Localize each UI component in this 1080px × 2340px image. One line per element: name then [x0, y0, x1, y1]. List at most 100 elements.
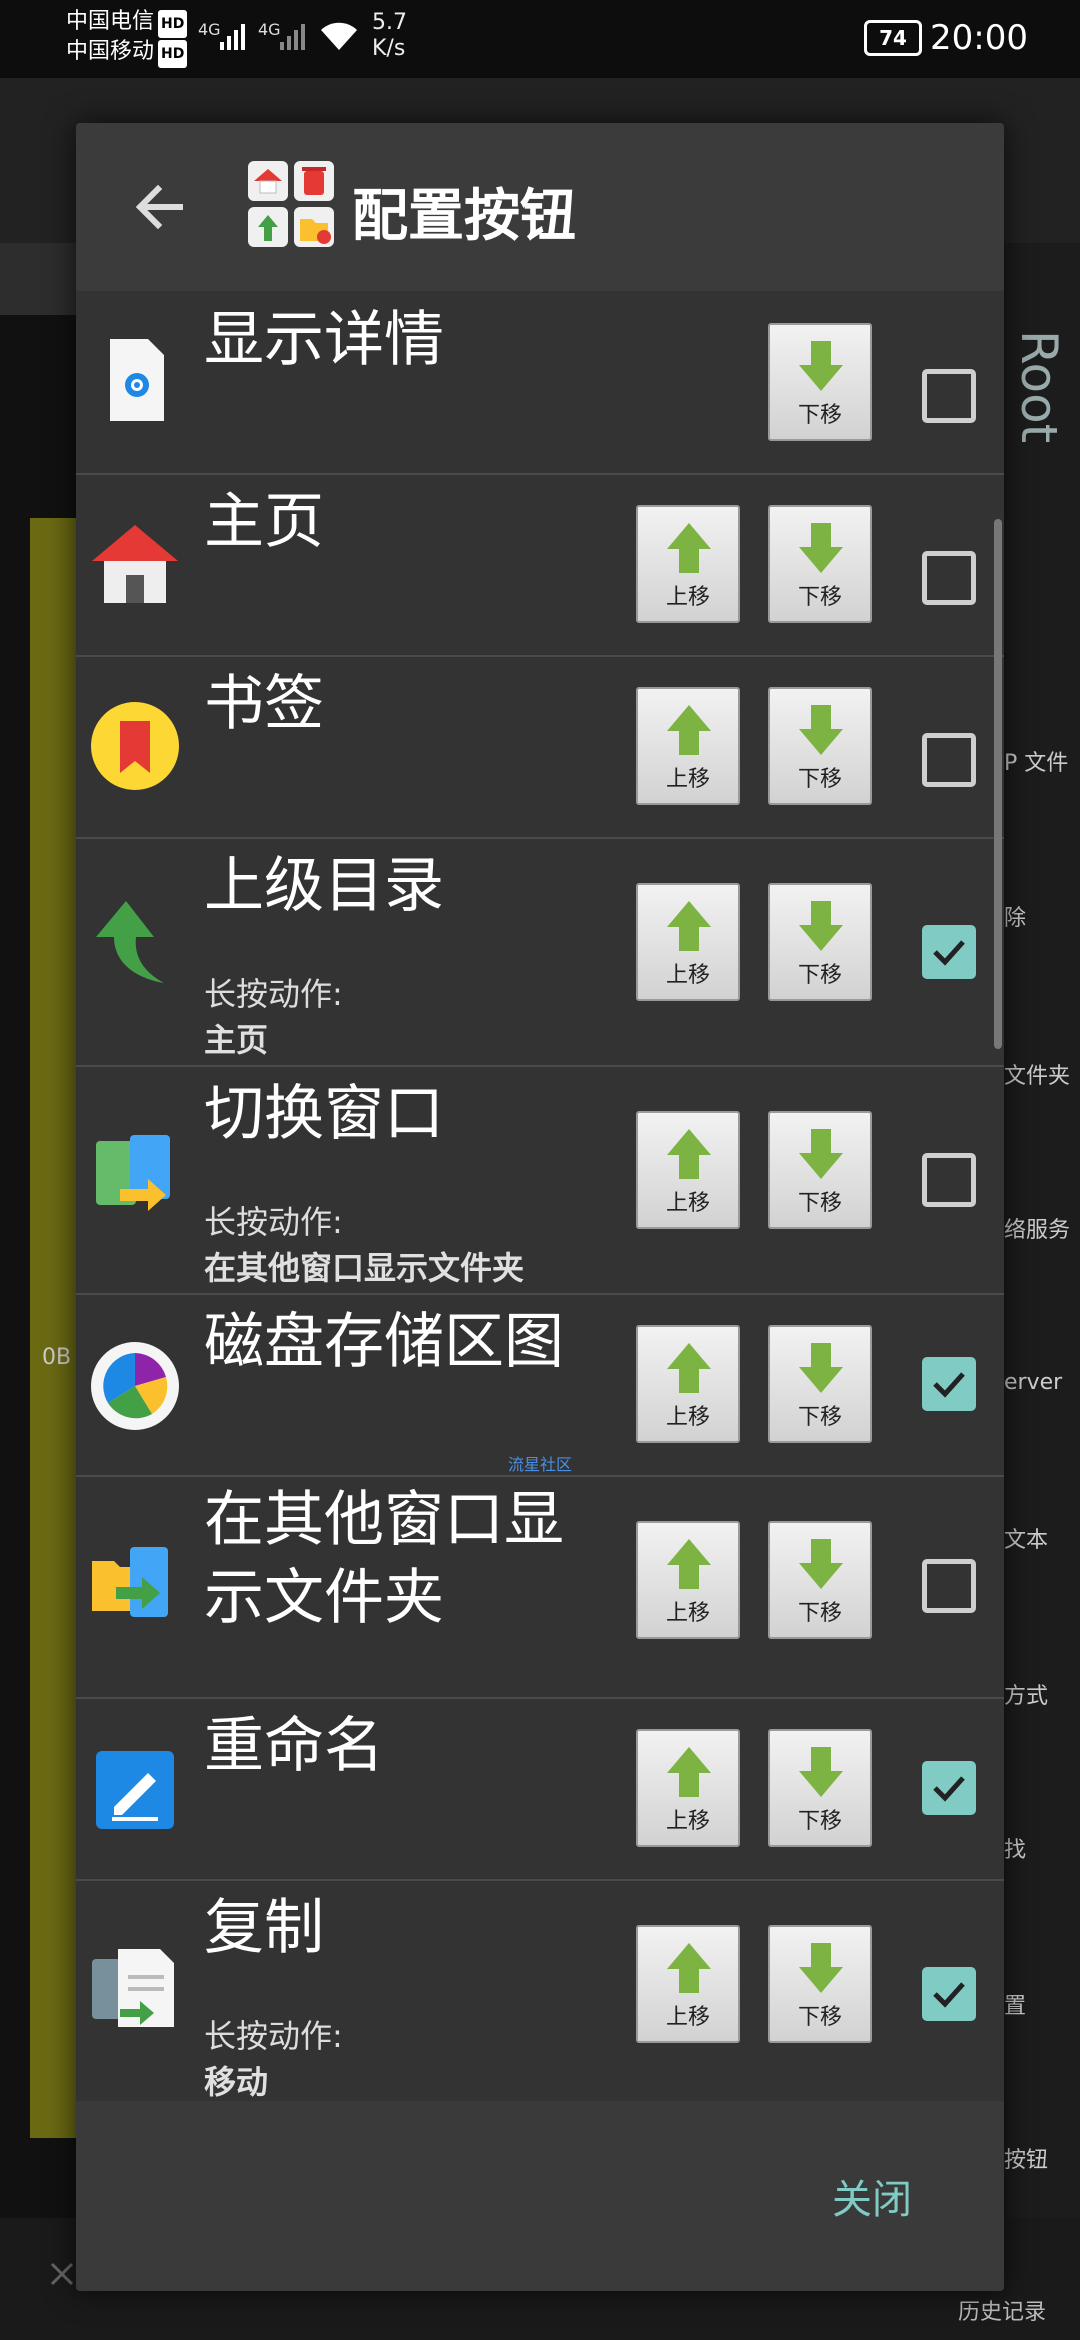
- close-icon: [50, 2262, 74, 2286]
- item-label: 显示详情: [204, 305, 444, 375]
- move-up-button[interactable]: 上移: [636, 687, 740, 805]
- carrier-1: 中国电信: [66, 9, 155, 34]
- clock: 20:00: [930, 18, 1028, 58]
- copy-icon: [92, 1949, 174, 2027]
- configure-buttons-icon: [248, 161, 334, 247]
- bookmark-icon: [91, 702, 179, 790]
- bg-side-label: erver: [1004, 1370, 1063, 1395]
- up-arrow-icon: [667, 1129, 711, 1179]
- move-up-button[interactable]: 上移: [636, 1925, 740, 2043]
- enable-checkbox[interactable]: [922, 1967, 976, 2021]
- wifi-icon: [321, 22, 357, 50]
- move-down-button[interactable]: 下移: [768, 687, 872, 805]
- file-info-icon: [110, 339, 164, 421]
- list-item: 复制 长按动作: 移动 上移 下移: [76, 1879, 1004, 2101]
- move-down-button[interactable]: 下移: [768, 1111, 872, 1229]
- enable-checkbox[interactable]: [922, 733, 976, 787]
- rename-icon: [96, 1751, 174, 1829]
- button-config-list[interactable]: 显示详情 下移 主页 上移 下移 书签 上移 下移 上级目录 长按动作: 主页 上…: [76, 291, 1004, 2101]
- item-label: 主页: [204, 487, 324, 557]
- enable-checkbox[interactable]: [922, 925, 976, 979]
- checkmark-icon: [933, 1372, 965, 1398]
- carrier-info: 中国电信 HD 中国移动 HD: [66, 8, 188, 68]
- down-arrow-icon: [799, 341, 843, 391]
- enable-checkbox[interactable]: [922, 1761, 976, 1815]
- disk-chart-icon: [91, 1342, 179, 1430]
- down-arrow-icon: [799, 1943, 843, 1993]
- item-label: 上级目录: [204, 851, 444, 921]
- hd-badge: HD: [158, 40, 188, 68]
- down-arrow-icon: [799, 523, 843, 573]
- carrier-2: 中国移动: [66, 39, 155, 64]
- hd-badge: HD: [158, 10, 188, 38]
- up-arrow-icon: [667, 901, 711, 951]
- down-arrow-icon: [799, 705, 843, 755]
- checkmark-icon: [933, 940, 965, 966]
- up-arrow-icon: [667, 1747, 711, 1797]
- list-item: 主页 上移 下移: [76, 473, 1004, 657]
- move-down-button[interactable]: 下移: [768, 1729, 872, 1847]
- down-arrow-icon: [799, 901, 843, 951]
- switch-window-icon: [96, 1135, 170, 1211]
- up-arrow-icon: [667, 1943, 711, 1993]
- down-arrow-icon: [799, 1129, 843, 1179]
- long-press-action: 长按动作: 移动: [204, 2017, 343, 2101]
- up-arrow-icon: [96, 901, 164, 983]
- enable-checkbox[interactable]: [922, 369, 976, 423]
- up-arrow-icon: [667, 1343, 711, 1393]
- up-arrow-icon: [667, 523, 711, 573]
- move-up-button[interactable]: 上移: [636, 1521, 740, 1639]
- move-up-button[interactable]: 上移: [636, 1325, 740, 1443]
- list-scrollbar[interactable]: [994, 519, 1002, 1049]
- close-button[interactable]: 关闭: [832, 2167, 912, 2225]
- dialog-footer: 关闭: [76, 2101, 1004, 2291]
- move-down-button[interactable]: 下移: [768, 505, 872, 623]
- down-arrow-icon: [799, 1539, 843, 1589]
- enable-checkbox[interactable]: [922, 1153, 976, 1207]
- item-label: 复制: [204, 1893, 324, 1963]
- bg-side-label: P 文件: [1004, 751, 1069, 776]
- down-arrow-icon: [799, 1343, 843, 1393]
- list-item: 上级目录 长按动作: 主页 上移 下移: [76, 837, 1004, 1067]
- checkmark-icon: [933, 1982, 965, 2008]
- item-label: 在其他窗口显 示文件夹: [204, 1485, 564, 1633]
- up-arrow-icon: [667, 705, 711, 755]
- enable-checkbox[interactable]: [922, 1559, 976, 1613]
- checkmark-icon: [933, 1776, 965, 1802]
- move-up-button[interactable]: 上移: [636, 505, 740, 623]
- signal-icon-2: [280, 24, 305, 50]
- long-press-action: 长按动作: 主页: [204, 975, 343, 1059]
- dialog-header: 配置按钮: [76, 123, 1004, 291]
- home-icon: [92, 525, 178, 603]
- move-up-button[interactable]: 上移: [636, 1729, 740, 1847]
- configure-buttons-dialog: 配置按钮 显示详情 下移 主页 上移 下移 书签 上移 下移 上级目录 长按动作…: [76, 123, 1004, 2291]
- item-label: 书签: [204, 669, 324, 739]
- move-down-button[interactable]: 下移: [768, 1325, 872, 1443]
- bg-side-label: 除: [1004, 906, 1027, 931]
- item-label: 磁盘存储区图: [204, 1307, 564, 1377]
- list-item: 书签 上移 下移: [76, 655, 1004, 839]
- move-down-button[interactable]: 下移: [768, 883, 872, 1001]
- up-arrow-icon: [667, 1539, 711, 1589]
- down-arrow-icon: [799, 1747, 843, 1797]
- move-up-button[interactable]: 上移: [636, 1111, 740, 1229]
- list-item: 在其他窗口显 示文件夹 上移 下移: [76, 1475, 1004, 1699]
- background-size-text: 0B: [42, 1345, 72, 1370]
- item-label: 重命名: [204, 1711, 384, 1781]
- dialog-title: 配置按钮: [352, 184, 576, 249]
- enable-checkbox[interactable]: [922, 551, 976, 605]
- enable-checkbox[interactable]: [922, 1357, 976, 1411]
- bg-side-label: 按钮: [1004, 2148, 1049, 2173]
- list-item: 重命名 上移 下移: [76, 1697, 1004, 1881]
- watermark-text: 流星社区: [508, 1455, 573, 1474]
- move-down-button[interactable]: 下移: [768, 1925, 872, 2043]
- move-down-button[interactable]: 下移: [768, 1521, 872, 1639]
- background-sidebar: [1000, 243, 1080, 2340]
- bg-side-label: 文件夹: [1004, 1064, 1071, 1089]
- move-up-button[interactable]: 上移: [636, 883, 740, 1001]
- back-arrow-icon[interactable]: [128, 175, 192, 239]
- folder-other-window-icon: [92, 1547, 168, 1617]
- bg-side-label: 文本: [1004, 1528, 1049, 1553]
- bg-side-label: 找: [1004, 1838, 1027, 1863]
- move-down-button[interactable]: 下移: [768, 323, 872, 441]
